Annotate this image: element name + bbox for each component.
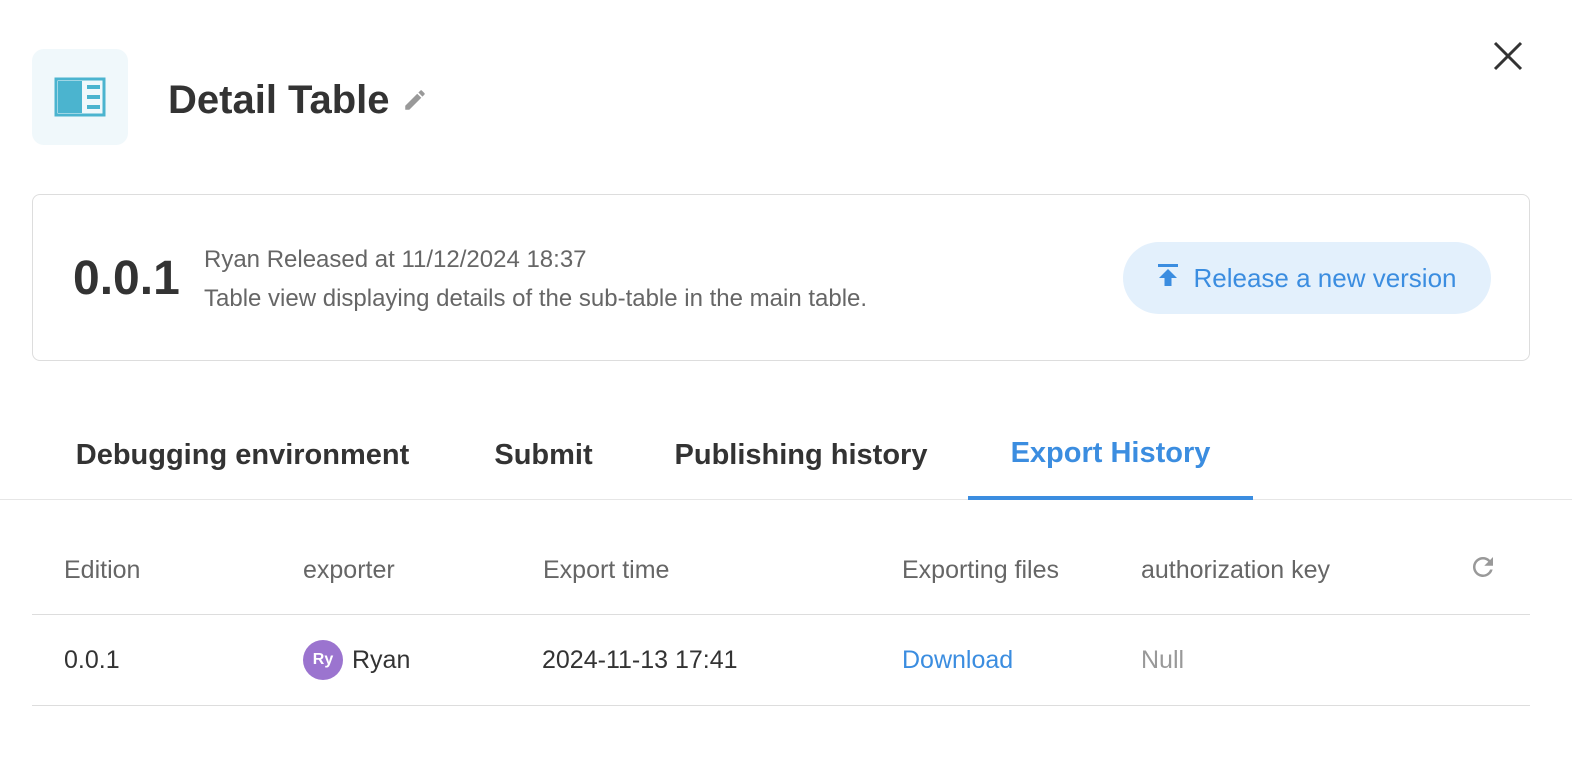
table-panel-icon [32,49,128,145]
pencil-icon[interactable] [402,87,428,113]
cell-export-time: 2024-11-13 17:41 [542,645,738,674]
tab-debugging-environment[interactable]: Debugging environment [32,410,453,500]
version-number: 0.0.1 [73,252,180,305]
column-header-export-time[interactable]: Export time [543,554,669,586]
refresh-icon[interactable] [1468,552,1498,582]
release-new-version-button[interactable]: Release a new version [1123,242,1491,314]
close-icon[interactable] [1488,36,1528,76]
title-row: Detail Table [168,72,428,128]
page-title: Detail Table [168,77,390,122]
tab-publishing-history[interactable]: Publishing history [634,410,968,500]
release-description: Table view displaying details of the sub… [204,285,868,312]
column-header-edition[interactable]: Edition [64,554,140,586]
cell-edition: 0.0.1 [64,645,120,674]
version-card: 0.0.1 Ryan Released at 11/12/2024 18:37 … [32,194,1530,361]
download-link[interactable]: Download [902,646,1013,675]
tab-export-history[interactable]: Export History [968,410,1253,500]
release-button-label: Release a new version [1193,262,1457,293]
auth-key-value: Null [1141,645,1185,674]
table-header: Edition exporter Export time Exporting f… [32,530,1530,615]
avatar: Ry [303,640,343,680]
tab-submit[interactable]: Submit [453,410,634,500]
cell-exporter: Ry Ryan [303,615,410,705]
column-header-exporter[interactable]: exporter [303,554,395,586]
tab-label: Submit [494,438,593,471]
tab-bar: Debugging environment Submit Publishing … [0,410,1572,500]
cell-authorization-key: Null [1141,615,1184,705]
table-row: 0.0.1 Ry Ryan 2024-11-13 17:41 Download … [32,615,1530,706]
upload-icon [1157,263,1179,294]
column-header-authorization-key[interactable]: authorization key [1141,554,1330,586]
tab-label: Export History [1010,436,1211,469]
tab-label: Publishing history [674,438,928,471]
cell-exporting-files: Download [902,615,1013,705]
release-meta: Ryan Released at 11/12/2024 18:37 [204,246,587,273]
tab-label: Debugging environment [75,438,410,471]
column-header-exporting-files[interactable]: Exporting files [902,554,1059,586]
exporter-name: Ryan [352,645,411,674]
